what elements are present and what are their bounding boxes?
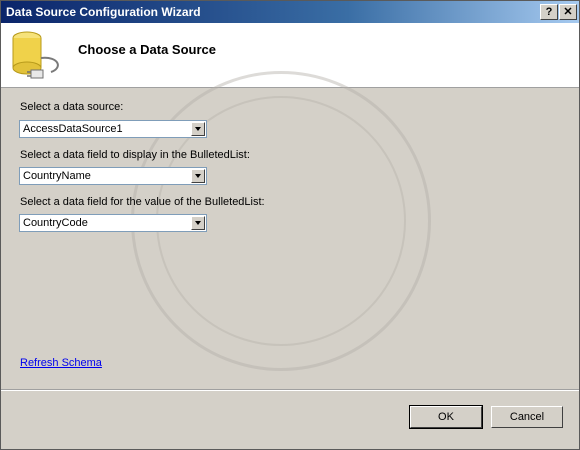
- display-field-label: Select a data field to display in the Bu…: [20, 149, 250, 161]
- chevron-down-icon[interactable]: [191, 169, 205, 183]
- data-source-value: AccessDataSource1: [23, 123, 123, 135]
- title-bar[interactable]: Data Source Configuration Wizard ? ✕: [1, 1, 579, 23]
- database-plug-icon: [12, 31, 59, 79]
- cancel-button[interactable]: Cancel: [491, 406, 563, 428]
- display-field-value: CountryName: [23, 170, 91, 182]
- value-field-label: Select a data field for the value of the…: [20, 196, 265, 208]
- wizard-window: Data Source Configuration Wizard ? ✕ Cho…: [0, 0, 580, 450]
- chevron-down-icon[interactable]: [191, 122, 205, 136]
- data-source-label: Select a data source:: [20, 101, 124, 113]
- close-button[interactable]: ✕: [559, 4, 577, 20]
- help-button[interactable]: ?: [540, 4, 558, 20]
- window-title: Data Source Configuration Wizard: [6, 5, 201, 19]
- refresh-schema-link[interactable]: Refresh Schema: [20, 357, 102, 369]
- value-field-select[interactable]: CountryCode: [19, 214, 207, 232]
- data-source-select[interactable]: AccessDataSource1: [19, 120, 207, 138]
- chevron-down-icon[interactable]: [191, 216, 205, 230]
- value-field-value: CountryCode: [23, 217, 88, 229]
- ok-button[interactable]: OK: [409, 405, 483, 429]
- display-field-select[interactable]: CountryName: [19, 167, 207, 185]
- page-title: Choose a Data Source: [78, 42, 216, 57]
- footer-divider: [1, 389, 579, 391]
